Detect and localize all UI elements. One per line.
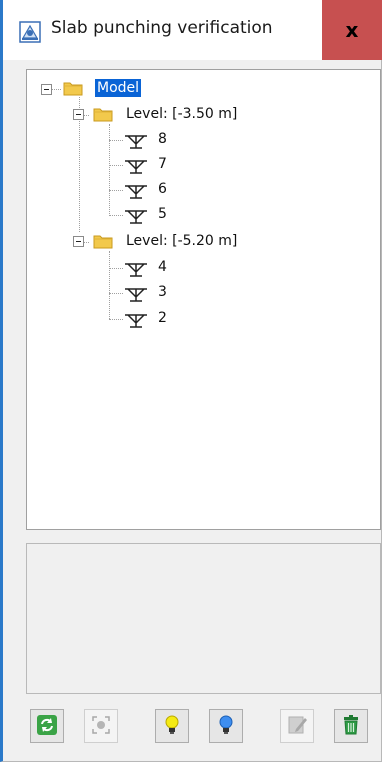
- column-icon: [123, 131, 149, 149]
- tree-connector: [109, 165, 123, 166]
- window-title: Slab punching verification: [51, 18, 273, 38]
- tree-connector: [109, 251, 110, 319]
- yellow-lightbulb-icon: [161, 714, 183, 739]
- trash-icon: [340, 714, 362, 739]
- folder-icon: [93, 106, 113, 122]
- edit-button[interactable]: [280, 709, 314, 743]
- target-icon: [90, 714, 112, 739]
- delete-button[interactable]: [334, 709, 368, 743]
- title-bar[interactable]: Slab punching verification x: [3, 0, 382, 60]
- dialog-window: Slab punching verification x Model Level…: [0, 0, 382, 762]
- tree-node-level[interactable]: Level: [-5.20 m]: [126, 232, 237, 250]
- tree-connector: [109, 293, 123, 294]
- tree-node-column[interactable]: 2: [158, 309, 167, 327]
- column-icon: [123, 181, 149, 199]
- tree-node-column[interactable]: 8: [158, 130, 167, 148]
- collapse-toggle-level-1[interactable]: [73, 109, 84, 120]
- column-icon: [123, 156, 149, 174]
- column-icon: [123, 259, 149, 277]
- close-button[interactable]: x: [322, 0, 382, 60]
- tree-connector: [109, 140, 123, 141]
- tree-node-column[interactable]: 3: [158, 283, 167, 301]
- tree-node-level[interactable]: Level: [-3.50 m]: [126, 105, 237, 123]
- tree-connector: [109, 190, 123, 191]
- refresh-button[interactable]: [30, 709, 64, 743]
- tree-connector: [109, 268, 123, 269]
- close-icon: x: [345, 18, 359, 42]
- details-panel: [26, 543, 381, 694]
- tree-node-column[interactable]: 5: [158, 205, 167, 223]
- blue-bulb-button[interactable]: [209, 709, 243, 743]
- tree-node-column[interactable]: 4: [158, 258, 167, 276]
- tree-connector: [109, 215, 123, 216]
- yellow-bulb-button[interactable]: [155, 709, 189, 743]
- tree-node-column[interactable]: 7: [158, 155, 167, 173]
- app-icon: [19, 21, 41, 43]
- folder-icon: [93, 233, 113, 249]
- focus-button[interactable]: [84, 709, 118, 743]
- tree-node-model[interactable]: Model: [95, 79, 142, 97]
- blue-lightbulb-icon: [215, 714, 237, 739]
- column-icon: [123, 284, 149, 302]
- edit-icon: [286, 714, 308, 739]
- tree-connector: [109, 319, 123, 320]
- folder-icon: [63, 80, 83, 96]
- tree-connector: [109, 124, 110, 216]
- refresh-icon: [36, 714, 58, 739]
- tree-node-column[interactable]: 6: [158, 180, 167, 198]
- collapse-toggle-model[interactable]: [41, 84, 52, 95]
- model-tree[interactable]: Model Level: [-3.50 m] 8 7 6 5 Level: [-…: [26, 69, 381, 530]
- collapse-toggle-level-2[interactable]: [73, 236, 84, 247]
- column-icon: [123, 310, 149, 328]
- column-icon: [123, 206, 149, 224]
